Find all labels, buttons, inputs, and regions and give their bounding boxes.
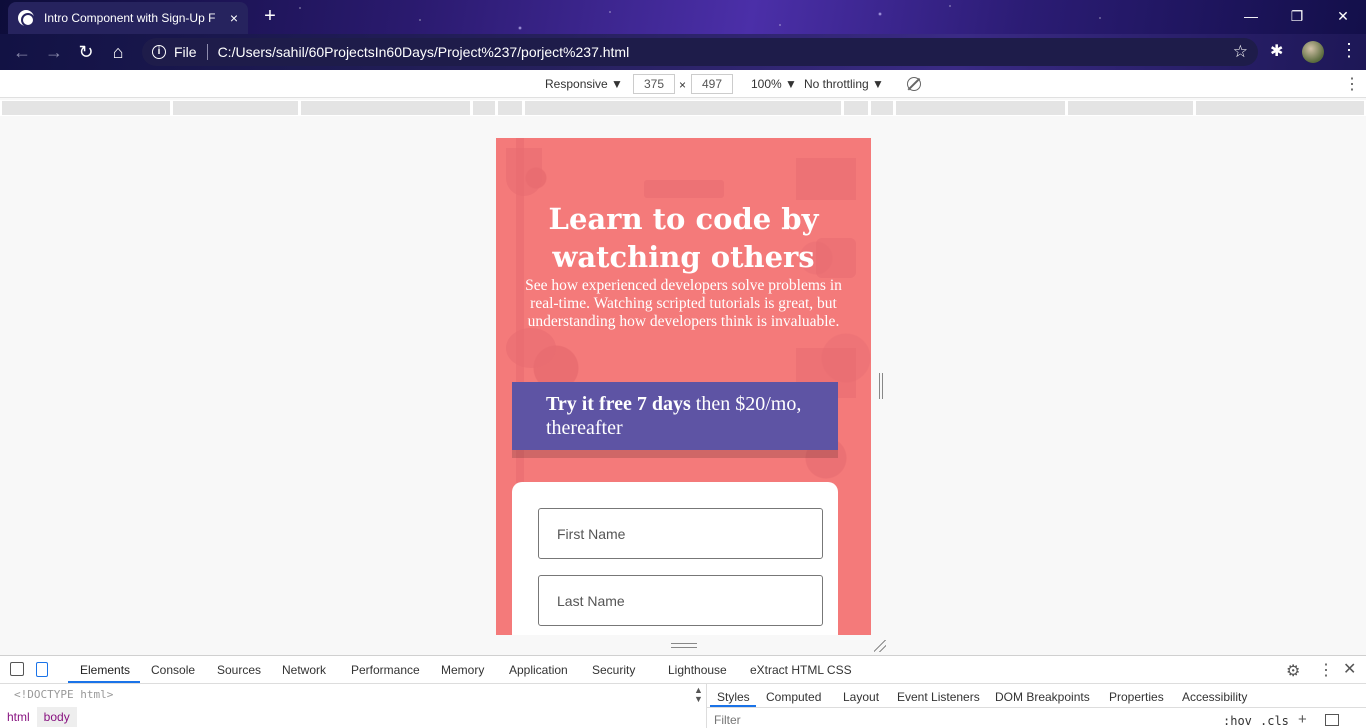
restore-button[interactable]: ❐ — [1274, 0, 1320, 32]
signup-form — [512, 482, 838, 635]
decorative-shape — [644, 180, 724, 198]
hero-title: Learn to code by watching others — [548, 202, 819, 274]
tab-extract-html-css[interactable]: eXtract HTML CSS — [750, 663, 852, 677]
tab-properties[interactable]: Properties — [1109, 690, 1164, 704]
decorative-shape — [506, 148, 542, 196]
tab-sources[interactable]: Sources — [217, 663, 261, 677]
address-bar[interactable]: i File C:/Users/sahil/60ProjectsIn60Days… — [142, 38, 1258, 66]
breadcrumb: html body — [0, 706, 77, 728]
devtools-tab-bar: Elements Console Sources Network Perform… — [0, 656, 1366, 684]
browser-tab-strip: Intro Component with Sign-Up F × + — ❐ ✕ — [0, 0, 1366, 34]
device-mode-select[interactable]: Responsive ▼ — [545, 77, 623, 91]
tab-security[interactable]: Security — [592, 663, 635, 677]
styles-tab-bar: Styles Computed Layout Event Listeners D… — [706, 684, 1366, 708]
divider — [206, 44, 208, 60]
inspect-element-icon[interactable] — [10, 662, 24, 676]
devtools-menu-icon[interactable]: ⋮ — [1318, 660, 1334, 680]
media-query-segment[interactable] — [1068, 101, 1193, 115]
dom-doctype[interactable]: <!DOCTYPE html> — [14, 688, 113, 701]
device-toolbar: Responsive ▼ 375 × 497 100% ▼ No throttl… — [0, 70, 1366, 98]
offer-highlight: Try it free 7 days — [546, 393, 691, 415]
tab-application[interactable]: Application — [509, 663, 568, 677]
breadcrumb-body[interactable]: body — [36, 707, 77, 727]
tab-layout[interactable]: Layout — [843, 690, 879, 704]
forward-button[interactable]: → — [38, 36, 70, 68]
media-query-segment[interactable] — [525, 101, 841, 115]
home-button[interactable]: ⌂ — [102, 36, 134, 68]
reload-button[interactable]: ↻ — [70, 36, 102, 68]
viewport-resize-handle-corner[interactable] — [874, 640, 886, 652]
first-name-input[interactable] — [538, 508, 823, 559]
media-query-segment[interactable] — [1196, 101, 1364, 115]
tab-elements[interactable]: Elements — [80, 663, 130, 677]
profile-avatar[interactable] — [1302, 41, 1324, 63]
file-label: File — [174, 44, 197, 60]
zoom-select[interactable]: 100% ▼ — [751, 77, 797, 91]
close-window-button[interactable]: ✕ — [1320, 0, 1366, 32]
styles-filter-input[interactable] — [714, 712, 1014, 728]
hover-state-toggle[interactable]: :hov — [1223, 714, 1252, 728]
devtools-panel: Elements Console Sources Network Perform… — [0, 655, 1366, 728]
emulated-viewport: Learn to code by watching others See how… — [496, 138, 871, 635]
rotate-icon[interactable] — [907, 77, 921, 91]
toggle-sidebar-icon[interactable] — [1325, 714, 1339, 726]
throttling-select[interactable]: No throttling ▼ — [804, 77, 884, 91]
tab-title: Intro Component with Sign-Up F — [44, 11, 216, 25]
browser-menu-icon[interactable]: ⋮ — [1340, 40, 1358, 61]
globe-icon — [18, 10, 35, 27]
tab-event-listeners[interactable]: Event Listeners — [897, 690, 980, 704]
offer-banner: Try it free 7 days then $20/mo, thereaft… — [512, 382, 838, 450]
decorative-shape — [506, 328, 556, 368]
tab-styles[interactable]: Styles — [717, 690, 750, 704]
tab-dom-breakpoints[interactable]: DOM Breakpoints — [995, 690, 1090, 704]
viewport-resize-handle-bottom[interactable] — [671, 643, 697, 648]
new-tab-button[interactable]: + — [259, 6, 281, 28]
tab-network[interactable]: Network — [282, 663, 326, 677]
media-query-segment[interactable] — [844, 101, 868, 115]
decorative-shape — [796, 158, 856, 200]
devtools-close-icon[interactable]: ✕ — [1343, 659, 1356, 679]
viewport-width-input[interactable]: 375 — [633, 74, 675, 94]
media-query-segment[interactable] — [896, 101, 1065, 115]
hero-description: See how experienced developers solve pro… — [525, 277, 842, 330]
back-button[interactable]: ← — [6, 36, 38, 68]
dimension-separator: × — [679, 78, 687, 92]
tab-close-icon[interactable]: × — [230, 10, 238, 26]
breadcrumb-html[interactable]: html — [0, 707, 37, 727]
active-side-tab-indicator — [710, 705, 756, 707]
tab-computed[interactable]: Computed — [766, 690, 821, 704]
media-query-bar — [0, 100, 1366, 116]
tab-performance[interactable]: Performance — [351, 663, 420, 677]
media-query-segment[interactable] — [498, 101, 522, 115]
last-name-input[interactable] — [538, 575, 823, 626]
tab-memory[interactable]: Memory — [441, 663, 484, 677]
active-tab-indicator — [68, 681, 140, 683]
media-query-segment[interactable] — [871, 101, 893, 115]
url-text[interactable]: C:/Users/sahil/60ProjectsIn60Days/Projec… — [218, 44, 630, 60]
bookmark-star-icon[interactable]: ☆ — [1233, 42, 1248, 62]
browser-tab[interactable]: Intro Component with Sign-Up F × — [8, 2, 248, 34]
device-toolbar-menu-icon[interactable]: ⋮ — [1344, 74, 1360, 94]
browser-navbar: ← → ↻ ⌂ i File C:/Users/sahil/60Projects… — [0, 34, 1366, 70]
viewport-resize-handle-right[interactable] — [879, 373, 883, 399]
media-query-segment[interactable] — [301, 101, 470, 115]
device-toggle-icon[interactable] — [36, 662, 48, 677]
media-query-segment[interactable] — [473, 101, 495, 115]
tab-accessibility[interactable]: Accessibility — [1182, 690, 1247, 704]
info-icon[interactable]: i — [152, 45, 166, 59]
tab-console[interactable]: Console — [151, 663, 195, 677]
media-query-segment[interactable] — [173, 101, 298, 115]
tab-lighthouse[interactable]: Lighthouse — [668, 663, 727, 677]
extensions-puzzle-icon[interactable]: ✱ — [1270, 41, 1283, 61]
minimize-button[interactable]: — — [1228, 0, 1274, 32]
viewport-height-input[interactable]: 497 — [691, 74, 733, 94]
class-toggle[interactable]: .cls — [1260, 714, 1289, 728]
settings-gear-icon[interactable]: ⚙ — [1286, 661, 1300, 681]
scroll-arrows-icon[interactable]: ▲ ▼ — [694, 686, 703, 704]
media-query-segment[interactable] — [2, 101, 170, 115]
new-style-rule-icon[interactable]: + — [1298, 711, 1307, 728]
